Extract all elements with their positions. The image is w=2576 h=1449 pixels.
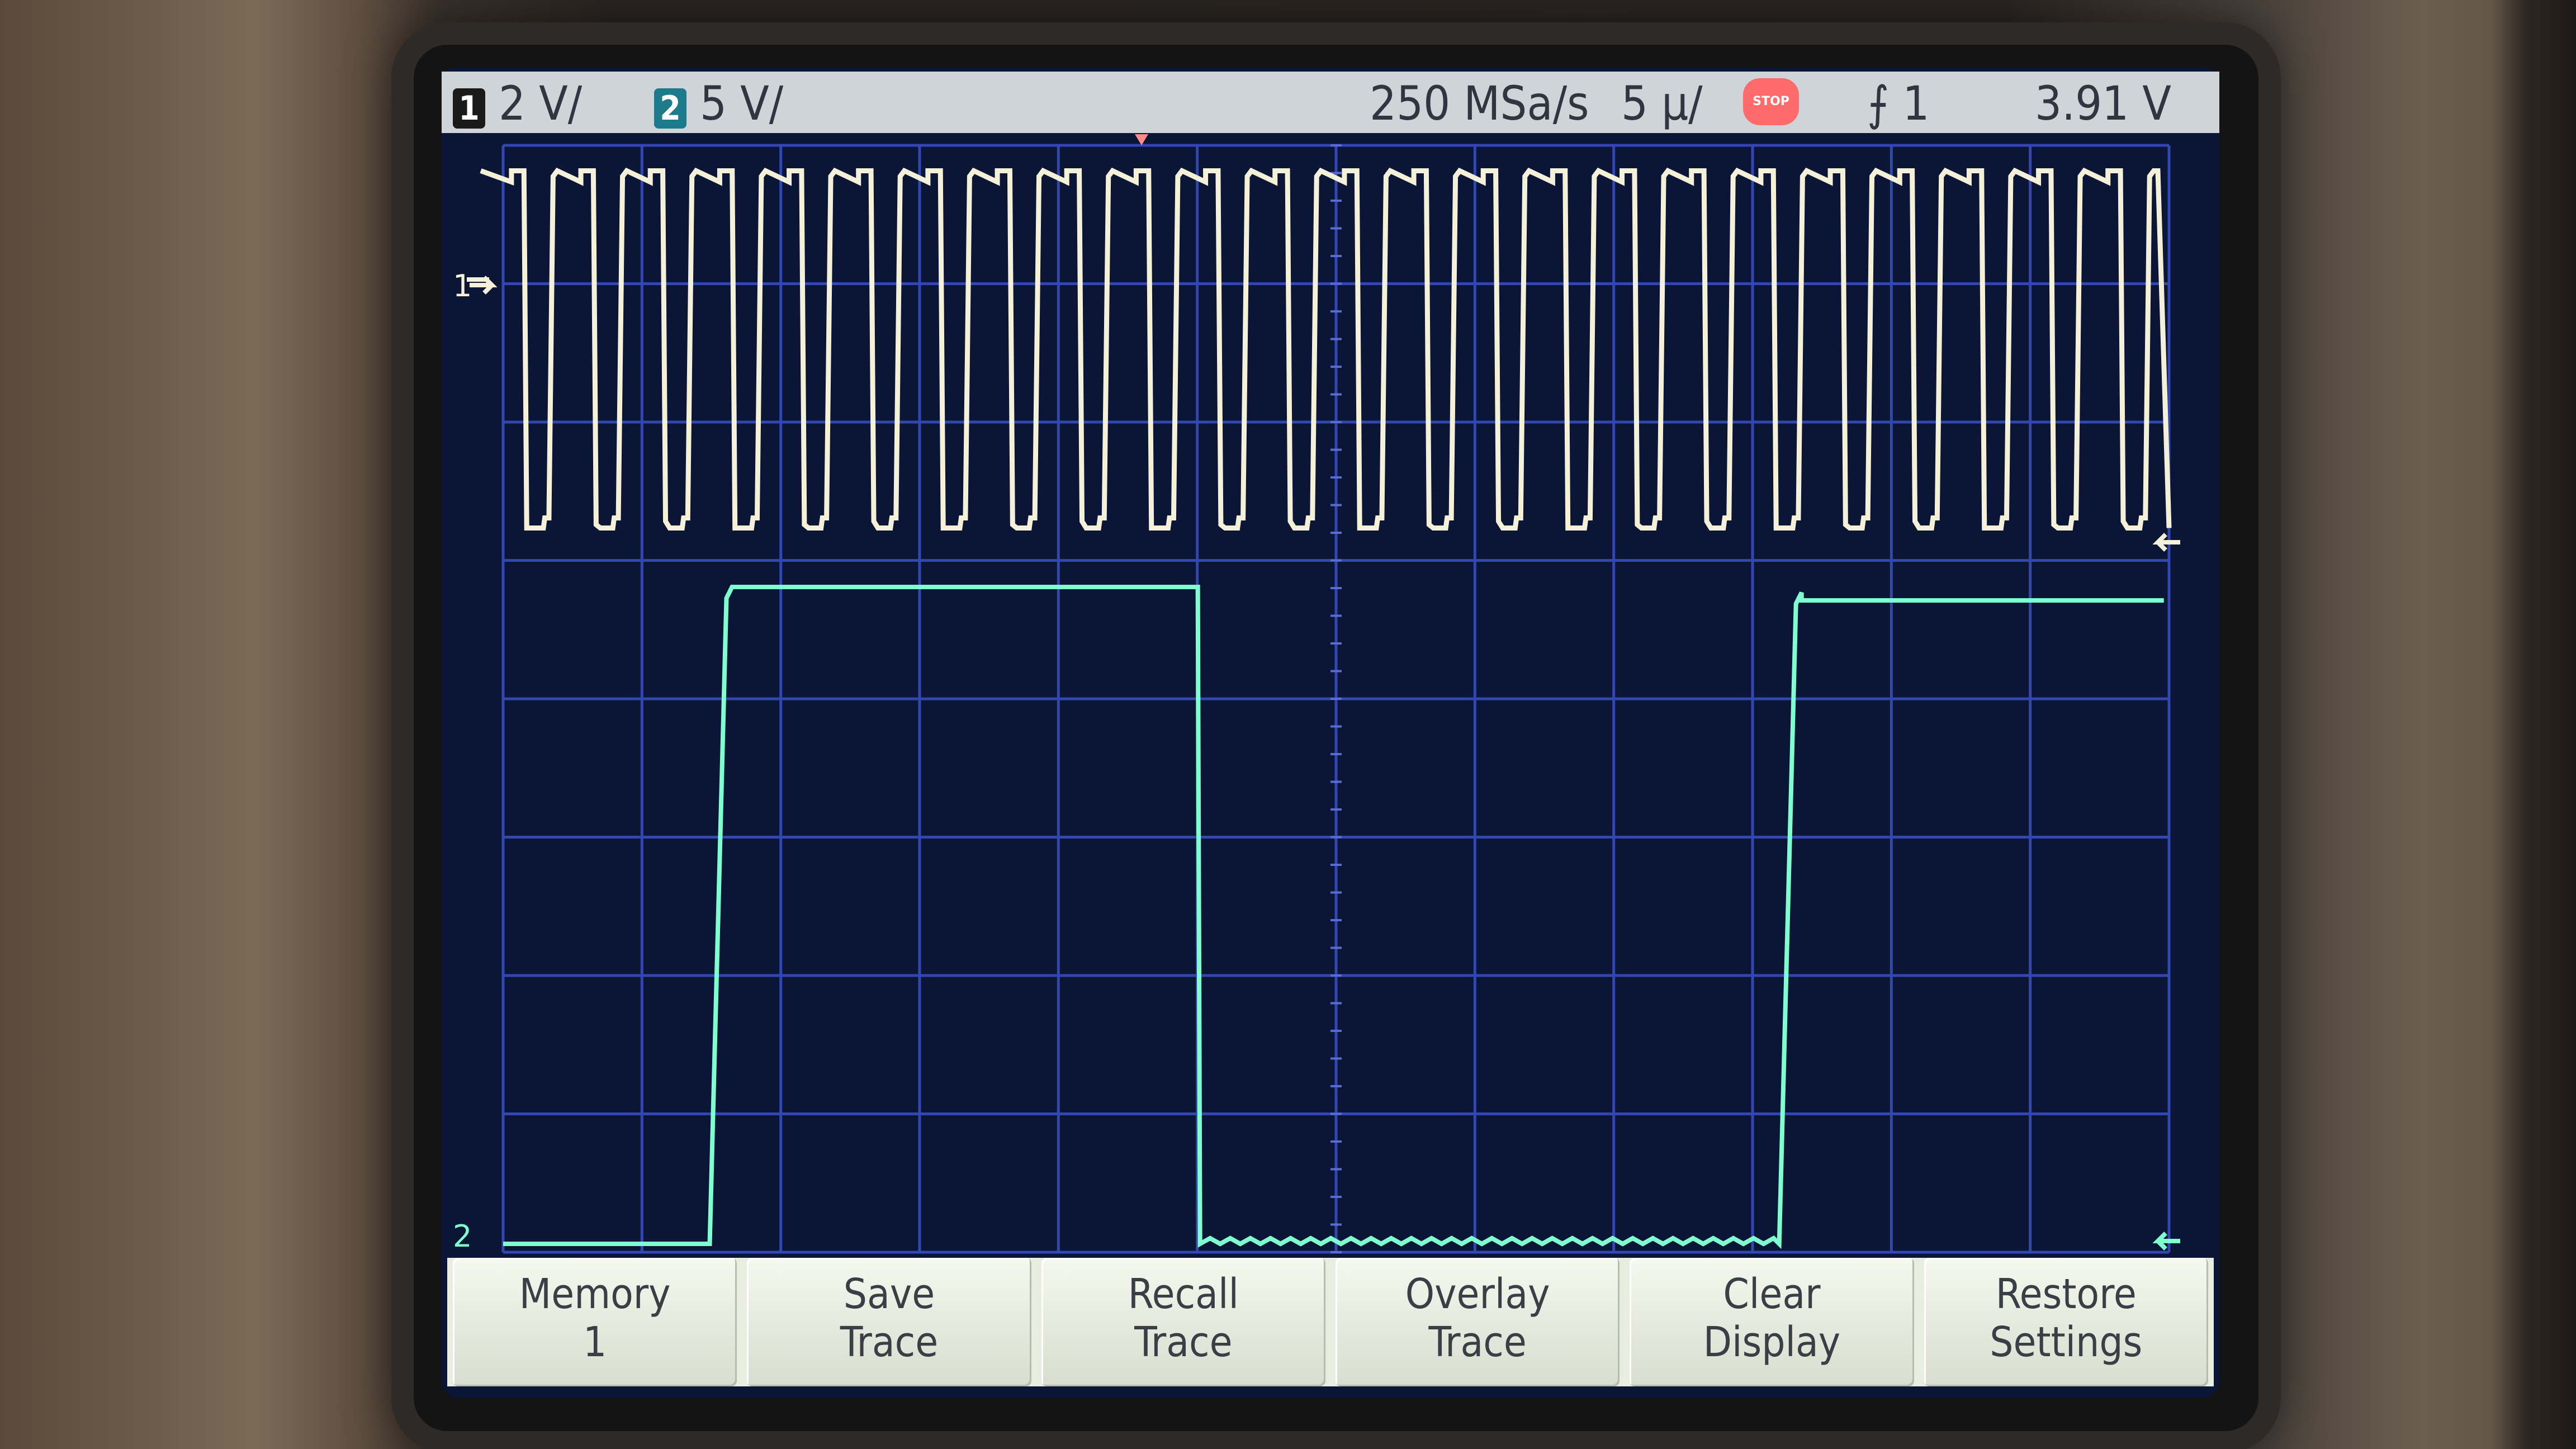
softkey-label: Save [843,1270,935,1318]
softkey-recall-trace[interactable]: Recall Trace [1041,1258,1325,1386]
ch1-badge: 1 [453,88,485,129]
softkey-restore-settings[interactable]: Restore Settings [1924,1258,2208,1386]
softkey-label: Trace [1134,1318,1233,1366]
softkey-overlay-trace[interactable]: Overlay Trace [1335,1258,1620,1386]
softkey-save-trace[interactable]: Save Trace [747,1258,1031,1386]
softkey-label: Recall [1128,1270,1239,1318]
stop-badge: STOP [1743,78,1799,125]
waveform-display: 1 2 [453,134,2180,1254]
softkey-label: Clear [1723,1270,1821,1318]
timebase[interactable]: 5 µ/ [1621,76,1703,131]
ch2-ground-marker: 2 [453,1219,472,1254]
softkey-label: Settings [1990,1318,2143,1366]
status-bar: 1 2 V/ 2 5 V/ 250 MSa/s 5 µ/ ⨍ 1 3.91 V [442,72,2219,133]
trigger-level[interactable]: 3.91 V [2035,76,2171,131]
softkey-bar: Memory 1 Save Trace Recall Trace Overlay Tra… [447,1258,2214,1386]
ch1-scale: 2 V/ [499,76,583,131]
trigger-source[interactable]: ⨍ 1 [1867,76,1929,131]
ch2-trace [503,585,2164,1249]
softkey-clear-display[interactable]: Clear Display [1630,1258,1914,1386]
sample-rate: 250 MSa/s [1370,76,1589,131]
ch2-scale: 5 V/ [700,76,784,131]
softkey-label: Overlay [1405,1270,1550,1318]
softkey-memory[interactable]: Memory 1 [453,1258,737,1386]
softkey-label: Display [1703,1318,1841,1366]
ch1-trace [480,167,2172,531]
softkey-label: 1 [583,1318,607,1366]
ch1-status[interactable]: 1 2 V/ [453,76,582,131]
background-edge [2492,0,2576,1449]
ch2-badge: 2 [654,88,686,129]
softkey-label: Memory [519,1270,671,1318]
trigger-point-icon [1135,134,1148,145]
softkey-label: Trace [840,1318,939,1366]
ch2-status[interactable]: 2 5 V/ [654,76,783,131]
softkey-label: Trace [1428,1318,1527,1366]
ch1-ground-marker: 1 [453,268,472,304]
softkey-label: Restore [1995,1270,2137,1318]
graticule [501,144,2171,1254]
